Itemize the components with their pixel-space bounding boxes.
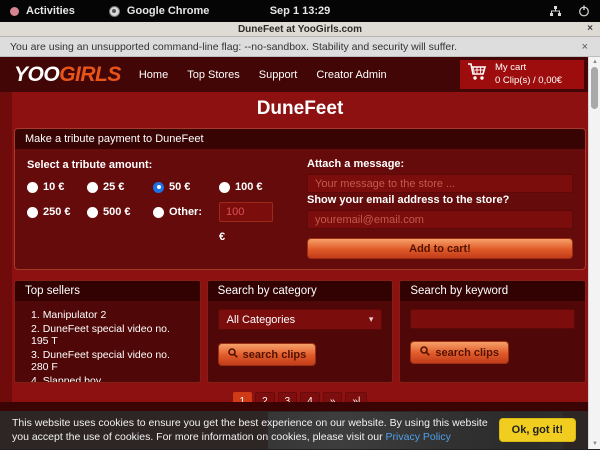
radio-icon[interactable] [153, 207, 164, 218]
nav-item-top-stores[interactable]: Top Stores [187, 69, 240, 81]
message-label: Attach a message: [307, 158, 573, 170]
radio-icon[interactable] [87, 207, 98, 218]
cookie-consent-bar: This website uses cookies to ensure you … [0, 411, 588, 449]
window-title-bar[interactable]: DuneFeet at YooGirls.com × [0, 22, 600, 37]
radio-icon[interactable] [87, 182, 98, 193]
message-input[interactable] [307, 174, 573, 193]
chrome-app-menu[interactable]: Google Chrome [109, 5, 210, 17]
top-seller-item[interactable]: Slapped boy [31, 375, 190, 383]
screen: Activities Google Chrome Sep 1 13:29 [0, 0, 600, 450]
clock[interactable]: Sep 1 13:29 [0, 5, 600, 17]
amount-option-label: 10 € [43, 181, 64, 193]
scroll-up-icon[interactable]: ▲ [589, 58, 600, 66]
search-clips-label: search clips [435, 347, 499, 359]
currency-label: € [219, 231, 285, 243]
cart-title: My cart [495, 62, 562, 74]
amount-option-label: 250 € [43, 206, 71, 218]
notification-dot-icon [10, 7, 19, 16]
browser-viewport: YOOGIRLS Home Top Stores Support Creator… [0, 57, 600, 449]
chrome-infobar: You are using an unsupported command-lin… [0, 37, 600, 57]
amount-option-label: Other: [169, 206, 202, 218]
email-input[interactable] [307, 210, 573, 229]
search-clips-keyword-button[interactable]: search clips [410, 341, 509, 364]
top-sellers-panel: Top sellers Manipulator 2 DuneFeet speci… [14, 280, 201, 383]
amount-options: 10 € 25 € 50 € [27, 181, 285, 243]
tribute-panel: Make a tribute payment to DuneFeet Selec… [14, 128, 586, 270]
bottom-panels: Top sellers Manipulator 2 DuneFeet speci… [14, 280, 586, 383]
search-clips-label: search clips [243, 349, 307, 361]
cart-icon [467, 62, 488, 87]
search-clips-category-button[interactable]: search clips [218, 343, 317, 366]
activities-label: Activities [26, 5, 75, 17]
gnome-top-bar: Activities Google Chrome Sep 1 13:29 [0, 0, 600, 22]
logo-text-yoo: YOO [14, 63, 59, 86]
window-title: DuneFeet at YooGirls.com [238, 24, 362, 35]
amount-option-label: 50 € [169, 181, 190, 193]
page-title: DuneFeet [14, 98, 586, 120]
cart-summary: 0 Clip(s) / 0,00€ [495, 75, 562, 87]
search-category-panel: Search by category All Categories ▾ [207, 280, 394, 383]
radio-icon[interactable] [153, 182, 164, 193]
top-sellers-list: Manipulator 2 DuneFeet special video no.… [25, 309, 190, 383]
window-close-icon[interactable]: × [587, 22, 593, 36]
tribute-panel-header: Make a tribute payment to DuneFeet [15, 129, 585, 149]
top-seller-item[interactable]: DuneFeet special video no. 195 T [31, 323, 190, 347]
amount-option-label: 100 € [235, 181, 263, 193]
amount-option-other[interactable]: Other: [153, 206, 219, 218]
site-logo[interactable]: YOOGIRLS [14, 63, 121, 87]
top-sellers-header: Top sellers [15, 281, 200, 301]
chrome-app-label: Google Chrome [127, 5, 210, 17]
vertical-scrollbar[interactable]: ▲ ▼ [588, 57, 600, 449]
chrome-icon [109, 6, 120, 17]
privacy-policy-link[interactable]: Privacy Policy [386, 431, 451, 443]
nav-item-home[interactable]: Home [139, 69, 168, 81]
main-nav: Home Top Stores Support Creator Admin [139, 69, 387, 81]
email-label: Show your email address to the store? [307, 194, 573, 206]
page-content: DuneFeet Make a tribute payment to DuneF… [0, 92, 600, 402]
search-category-header: Search by category [208, 281, 393, 301]
nav-item-support[interactable]: Support [259, 69, 298, 81]
add-to-cart-button[interactable]: Add to cart! [307, 238, 573, 259]
radio-icon[interactable] [27, 182, 38, 193]
nav-item-creator-admin[interactable]: Creator Admin [316, 69, 386, 81]
search-keyword-panel: Search by keyword search clips [399, 280, 586, 383]
category-select[interactable]: All Categories ▾ [218, 309, 383, 330]
amount-option-label: 25 € [103, 181, 124, 193]
power-icon[interactable] [578, 5, 590, 17]
my-cart-button[interactable]: My cart 0 Clip(s) / 0,00€ [460, 60, 584, 89]
amount-option-250[interactable]: 250 € [27, 206, 87, 218]
infobar-close-icon[interactable]: × [580, 41, 590, 53]
chevron-down-icon: ▾ [369, 314, 374, 325]
top-seller-item[interactable]: Manipulator 2 [31, 309, 190, 321]
amount-option-500[interactable]: 500 € [87, 206, 153, 218]
amount-option-10[interactable]: 10 € [27, 181, 87, 193]
infobar-message: You are using an unsupported command-lin… [10, 41, 580, 53]
top-seller-item[interactable]: DuneFeet special video no. 280 F [31, 349, 190, 373]
amount-label: Select a tribute amount: [27, 159, 285, 171]
scrollbar-thumb[interactable] [591, 67, 598, 109]
logo-text-girls: GIRLS [59, 63, 121, 86]
radio-icon[interactable] [27, 207, 38, 218]
search-keyword-header: Search by keyword [400, 281, 585, 301]
activities-button[interactable]: Activities [10, 5, 75, 17]
page-left-gutter [0, 92, 12, 402]
amount-option-label: 500 € [103, 206, 131, 218]
network-icon[interactable] [549, 5, 562, 17]
other-amount-input[interactable] [219, 202, 273, 222]
amount-option-25[interactable]: 25 € [87, 181, 153, 193]
search-icon [228, 348, 238, 361]
scroll-down-icon[interactable]: ▼ [589, 440, 600, 448]
search-icon [420, 346, 430, 359]
amount-option-100[interactable]: 100 € [219, 181, 285, 193]
radio-icon[interactable] [219, 182, 230, 193]
amount-option-50[interactable]: 50 € [153, 181, 219, 193]
site-header: YOOGIRLS Home Top Stores Support Creator… [0, 57, 600, 92]
keyword-input[interactable] [410, 309, 575, 329]
cookie-ok-button[interactable]: Ok, got it! [499, 418, 576, 442]
category-select-value: All Categories [227, 314, 295, 326]
